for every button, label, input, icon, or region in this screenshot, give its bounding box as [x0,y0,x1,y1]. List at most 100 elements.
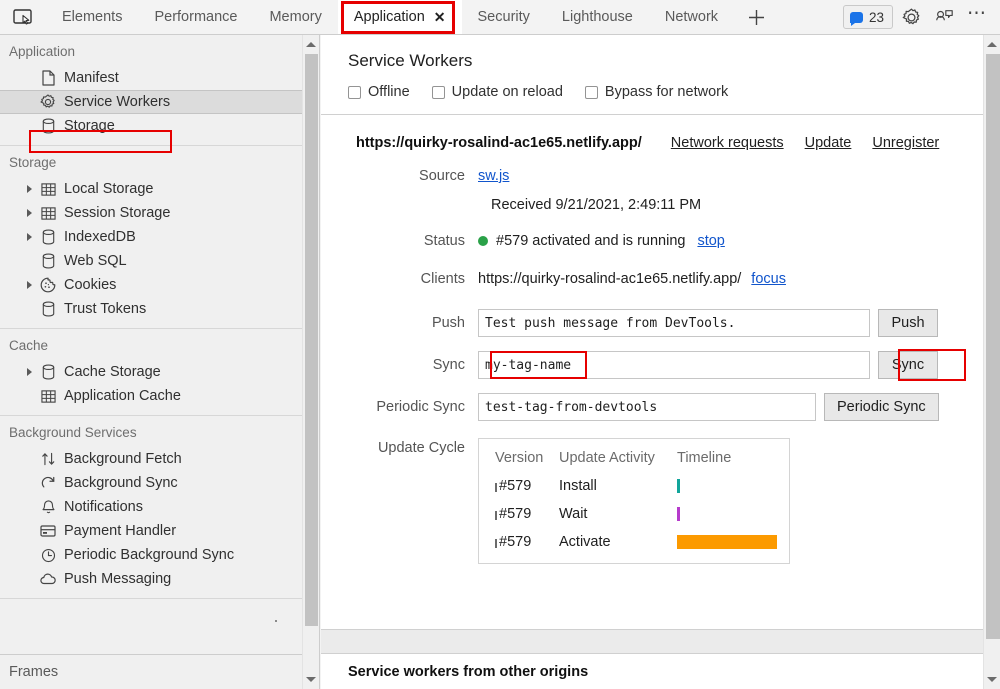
sidebar-item-payment-handler[interactable]: Payment Handler [0,519,303,543]
sidebar-item-manifest[interactable]: Manifest [0,66,303,90]
sidebar-item-indexeddb[interactable]: IndexedDB [0,225,303,249]
sidebar-item-push-messaging[interactable]: Push Messaging [0,567,303,591]
focus-link[interactable]: focus [751,269,786,289]
periodic-sync-input[interactable]: test-tag-from-devtools [478,393,816,421]
scroll-up-icon[interactable] [303,35,318,54]
column-header-update-activity: Update Activity [559,450,655,466]
checkbox-offline[interactable]: Offline [348,84,410,100]
push-button[interactable]: Push [878,309,938,337]
sidebar-item-cookies[interactable]: Cookies [0,273,303,297]
sidebar-item-label: Application Cache [64,388,181,404]
periodic-sync-label: Periodic Sync [376,399,465,415]
sidebar-item-label: Storage [64,118,115,134]
version-tick-icon [495,511,497,520]
push-input[interactable]: Test push message from DevTools. [478,309,870,337]
chevron-right-icon[interactable] [22,209,36,217]
tab-application[interactable]: Application ✕ [337,0,462,34]
sidebar-item-label: Service Workers [64,94,171,110]
table-icon [36,206,60,221]
tab-security[interactable]: Security [462,0,546,34]
sidebar-item-background-fetch[interactable]: Background Fetch [0,447,303,471]
issue-bubble-icon [849,11,863,26]
cell-activity: Wait [559,506,588,522]
table-row[interactable]: #579 Install [479,472,789,500]
sidebar-item-storage[interactable]: Storage [0,114,303,138]
update-link[interactable]: Update [805,135,852,151]
tab-lighthouse[interactable]: Lighthouse [546,0,649,34]
sidebar-item-label: Payment Handler [64,523,177,539]
chevron-right-icon[interactable] [22,281,36,289]
checkbox-update-on-reload[interactable]: Update on reload [431,84,563,100]
status-row: Status #579 activated and is running sto… [321,231,983,251]
database-icon [36,364,60,380]
tab-performance[interactable]: Performance [138,0,253,34]
sidebar-section-background-services: Background Services Background Fetch Bac… [0,416,303,622]
issues-badge[interactable]: 23 [842,5,893,29]
checkbox-box[interactable] [431,85,445,99]
checkbox-box[interactable] [348,85,361,99]
chevron-right-icon[interactable] [22,368,36,376]
database-icon [36,301,60,317]
add-panel-button[interactable] [734,0,778,34]
version-tick-icon [495,483,497,492]
unregister-link[interactable]: Unregister [872,135,939,151]
client-url: https://quirky-rosalind-ac1e65.netlify.a… [478,271,742,287]
gear-icon[interactable] [896,3,926,31]
stop-link[interactable]: stop [697,231,724,251]
scrollbar-thumb[interactable] [305,54,318,626]
scrollbar-thumb[interactable] [986,54,1000,639]
scroll-down-icon[interactable] [984,670,1000,689]
source-label: Source [419,168,465,184]
sidebar-section-cache: Cache Cache Storage Application Cache [0,329,303,416]
timeline-bar-activate [677,535,777,549]
tab-label: Performance [154,9,238,25]
device-inspect-icon[interactable] [0,0,46,34]
checkbox-bypass-for-network[interactable]: Bypass for network [584,84,728,100]
more-options-icon[interactable]: ⋯ [962,3,992,31]
sidebar-item-notifications[interactable]: Notifications [0,495,303,519]
sidebar-item-label: Manifest [64,70,119,86]
table-row[interactable]: #579 Activate [479,528,789,556]
tab-memory[interactable]: Memory [253,0,337,34]
sidebar-section-storage: Storage Local Storage Session Storage In… [0,146,303,329]
sidebar-item-session-storage[interactable]: Session Storage [0,201,303,225]
push-row: Push Test push message from DevTools. Pu… [321,309,983,337]
tab-network[interactable]: Network [649,0,734,34]
sidebar-item-periodic-background-sync[interactable]: Periodic Background Sync [0,543,303,567]
sidebar-item-label: Web SQL [64,253,127,269]
checkbox-box[interactable] [584,85,598,99]
table-row[interactable]: #579 Wait [479,500,789,528]
column-header-version: Version [495,450,544,466]
network-requests-link[interactable]: Network requests [671,135,784,151]
registration-actions: Network requests Update Unregister [671,135,939,151]
periodic-sync-button[interactable]: Periodic Sync [824,393,939,421]
source-file-link[interactable]: sw.js [478,166,509,186]
version-text: #579 [499,478,532,494]
sidebar-item-application-cache[interactable]: Application Cache [0,384,303,408]
chevron-right-icon[interactable] [22,185,36,193]
close-icon[interactable]: ✕ [434,10,446,24]
chevron-right-icon[interactable] [22,233,36,241]
scroll-up-icon[interactable] [984,35,1000,54]
service-workers-panel: Service Workers Offline Update on reload… [321,35,1000,689]
devtools-dock-icon[interactable] [929,3,959,31]
scroll-down-icon[interactable] [303,670,318,689]
sidebar-item-trust-tokens[interactable]: Trust Tokens [0,297,303,321]
version-text: #579 [499,506,532,522]
sidebar-section-frames[interactable]: Frames [0,654,303,689]
clock-icon [36,548,60,563]
sidebar-item-cache-storage[interactable]: Cache Storage [0,360,303,384]
tab-label: Security [477,9,530,25]
sidebar-item-service-workers[interactable]: Service Workers [0,90,303,114]
sync-input[interactable]: my-tag-name [478,351,870,379]
sidebar-scrollbar[interactable] [302,35,318,689]
version-text: #579 [499,534,532,550]
sidebar-item-local-storage[interactable]: Local Storage [0,177,303,201]
tab-label: Lighthouse [561,9,633,25]
cloud-icon [36,573,60,585]
sidebar-item-web-sql[interactable]: Web SQL [0,249,303,273]
tab-elements[interactable]: Elements [46,0,138,34]
sync-button[interactable]: Sync [878,351,938,379]
main-scrollbar[interactable] [983,35,1000,689]
sidebar-item-background-sync[interactable]: Background Sync [0,471,303,495]
